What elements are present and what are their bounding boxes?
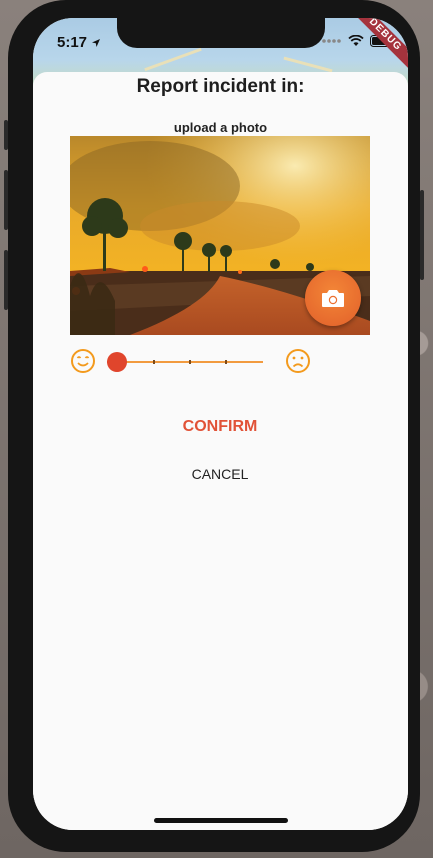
cancel-button[interactable]: CANCEL: [170, 459, 270, 489]
home-indicator[interactable]: [154, 818, 288, 823]
signal-dots-icon: [322, 39, 341, 43]
status-time: 5:17: [57, 34, 101, 51]
camera-button[interactable]: [305, 270, 361, 326]
notch: [117, 18, 325, 48]
map-road: [283, 56, 333, 73]
confirm-button[interactable]: CONFIRM: [170, 412, 270, 442]
slider-tick: [153, 360, 155, 364]
slider-thumb[interactable]: [107, 352, 127, 372]
wifi-icon: [348, 35, 364, 46]
power-button: [420, 190, 424, 280]
slider-tick: [189, 360, 191, 364]
severity-slider[interactable]: [107, 352, 267, 372]
frowning-face-icon: [286, 349, 310, 373]
upload-photo-label: upload a photo: [173, 120, 268, 135]
camera-icon: [322, 290, 344, 307]
slider-track: [107, 361, 263, 363]
location-arrow-icon: [92, 38, 101, 47]
clock-text: 5:17: [57, 34, 88, 51]
volume-up-button: [4, 170, 8, 230]
screen: 5:17 DEBUG Report incident in: upload a …: [33, 18, 408, 830]
smiling-face-icon: [71, 349, 95, 373]
phone-frame: 5:17 DEBUG Report incident in: upload a …: [4, 0, 424, 852]
dialog-title: Report incident in:: [136, 76, 305, 97]
map-road: [144, 47, 202, 72]
report-dialog: Report incident in: upload a photo CONFI…: [33, 72, 408, 830]
volume-down-button: [4, 250, 8, 310]
mute-switch: [4, 120, 8, 150]
slider-tick: [225, 360, 227, 364]
